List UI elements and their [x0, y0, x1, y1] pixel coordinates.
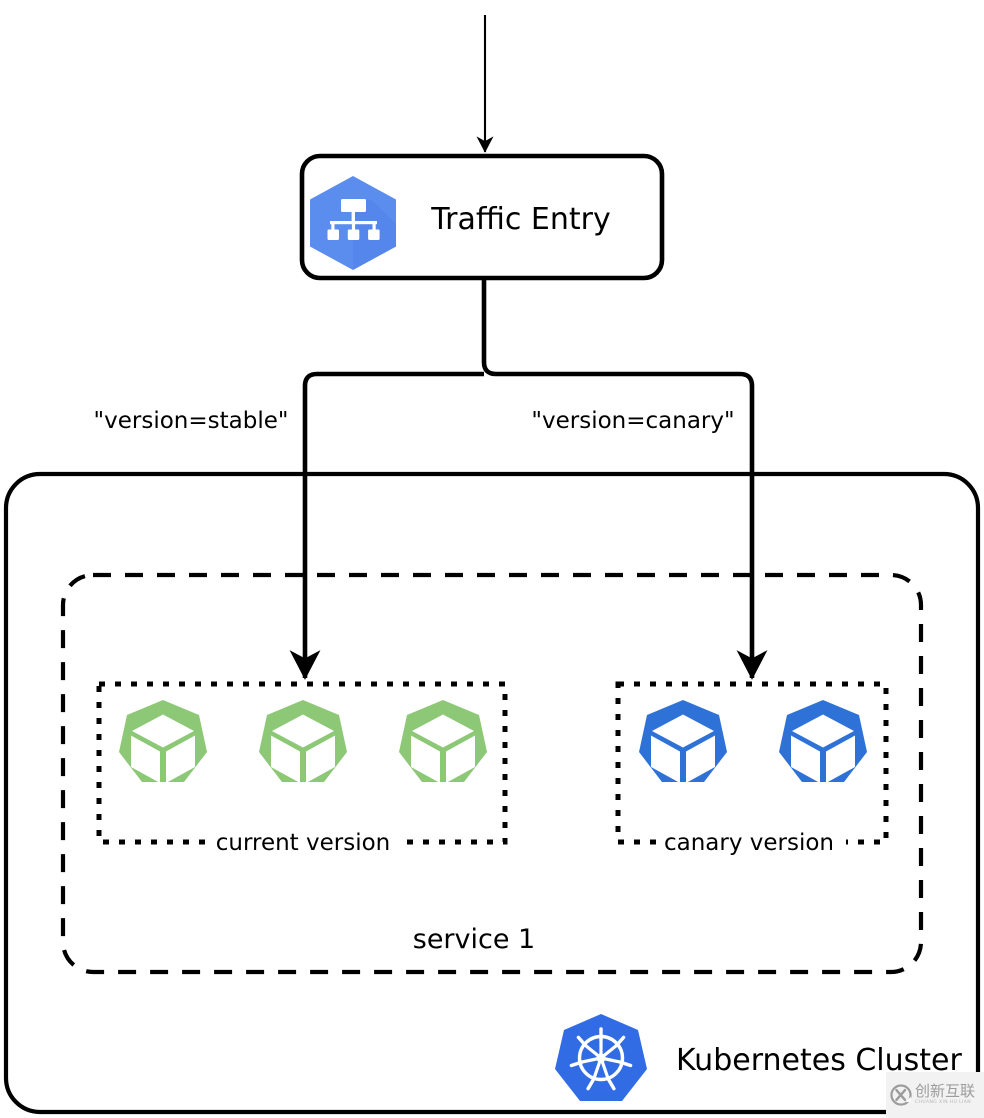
circled-x-logo [890, 1084, 912, 1106]
traffic-entry-label: Traffic Entry [430, 202, 611, 237]
service-label: service 1 [413, 924, 535, 955]
pod-cube-icon [779, 700, 867, 783]
pod-cube-icon [119, 700, 207, 783]
canary-route-label: "version=canary" [531, 408, 734, 434]
stable-route-label: "version=stable" [94, 408, 289, 434]
traffic-split-bus [481, 278, 755, 387]
diagram-canvas: Traffic Entry "version=stable" "version=… [0, 0, 984, 1118]
traffic-split-bus-left [302, 371, 484, 387]
canary-version-label: canary version [664, 830, 834, 856]
pod-cube-icon [639, 700, 727, 783]
watermark-text-cn: 创新互联 [915, 1082, 976, 1101]
canary-deployment-diagram: Traffic Entry "version=stable" "version=… [3, 15, 981, 1115]
pod-cube-icon [259, 700, 347, 783]
kubernetes-cluster-boundary [3, 471, 981, 1115]
service-boundary [60, 572, 924, 975]
current-version-label: current version [216, 830, 391, 856]
watermark: 创新互联 CHUANG XIN HU LIAN [886, 1072, 984, 1118]
pod-cube-icon [399, 700, 487, 783]
watermark-text-en: CHUANG XIN HU LIAN [915, 1100, 971, 1106]
kubernetes-helm-icon [555, 1014, 647, 1101]
